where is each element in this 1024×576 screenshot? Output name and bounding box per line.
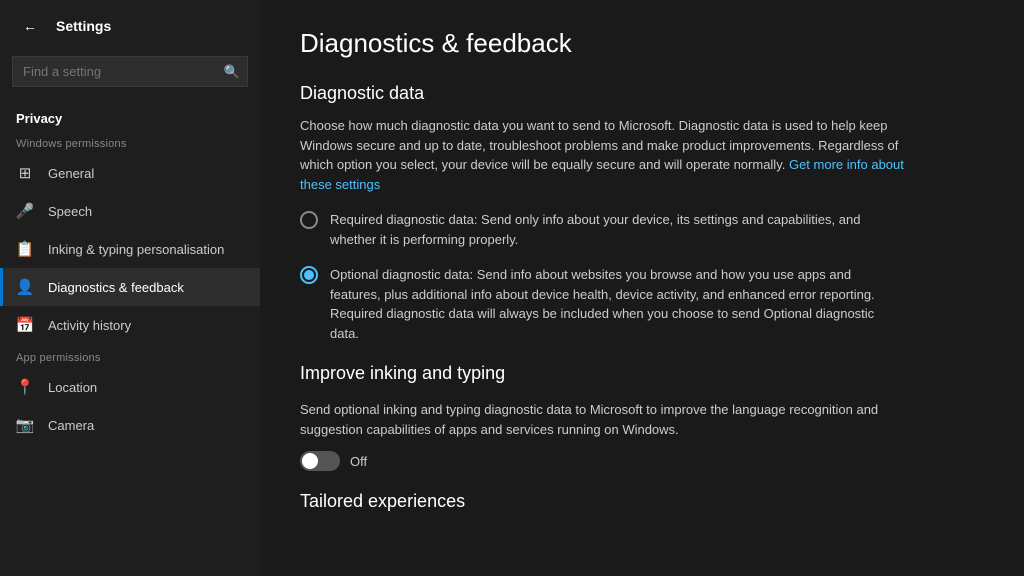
- sidebar-header: ← Settings: [0, 0, 260, 52]
- sidebar-item-activity[interactable]: 📅 Activity history: [0, 306, 260, 344]
- search-box: 🔍: [12, 56, 248, 87]
- diagnostics-icon: 👤: [16, 278, 34, 296]
- sidebar-item-inking[interactable]: 📋 Inking & typing personalisation: [0, 230, 260, 268]
- sidebar-item-location[interactable]: 📍 Location: [0, 368, 260, 406]
- sidebar-title: Settings: [56, 18, 111, 34]
- privacy-label: Privacy: [0, 99, 260, 130]
- diagnostic-options: Required diagnostic data: Send only info…: [300, 210, 984, 343]
- toggle-knob: [302, 453, 318, 469]
- main-content: Diagnostics & feedback Diagnostic data C…: [260, 0, 1024, 576]
- optional-option[interactable]: Optional diagnostic data: Send info abou…: [300, 265, 984, 343]
- optional-option-label: Optional diagnostic data: Send info abou…: [330, 265, 890, 343]
- diagnostic-data-title: Diagnostic data: [300, 83, 984, 104]
- sidebar-item-label: Activity history: [48, 318, 131, 333]
- page-title: Diagnostics & feedback: [300, 28, 984, 59]
- inking-toggle-label: Off: [350, 454, 367, 469]
- sidebar-item-label: Diagnostics & feedback: [48, 280, 184, 295]
- required-option[interactable]: Required diagnostic data: Send only info…: [300, 210, 984, 249]
- sidebar-item-label: General: [48, 166, 94, 181]
- tailored-experiences-title: Tailored experiences: [300, 491, 984, 512]
- inking-toggle[interactable]: [300, 451, 340, 471]
- speech-icon: 🎤: [16, 202, 34, 220]
- improve-inking-title: Improve inking and typing: [300, 363, 984, 384]
- sidebar-item-label: Location: [48, 380, 97, 395]
- search-icon: 🔍: [224, 64, 240, 80]
- sidebar-item-label: Camera: [48, 418, 94, 433]
- diagnostic-data-description: Choose how much diagnostic data you want…: [300, 116, 920, 194]
- sidebar-item-camera[interactable]: 📷 Camera: [0, 406, 260, 444]
- back-button[interactable]: ←: [16, 12, 44, 40]
- search-input[interactable]: [12, 56, 248, 87]
- app-permissions-label: App permissions: [0, 344, 260, 368]
- back-icon: ←: [23, 18, 37, 34]
- required-option-label: Required diagnostic data: Send only info…: [330, 210, 890, 249]
- sidebar-item-speech[interactable]: 🎤 Speech: [0, 192, 260, 230]
- radio-fill: [304, 270, 314, 280]
- sidebar-item-general[interactable]: ⊞ General: [0, 154, 260, 192]
- sidebar: ← Settings 🔍 Privacy Windows permissions…: [0, 0, 260, 576]
- inking-icon: 📋: [16, 240, 34, 258]
- general-icon: ⊞: [16, 164, 34, 182]
- inking-toggle-row: Off: [300, 451, 984, 471]
- required-radio[interactable]: [300, 211, 318, 229]
- location-icon: 📍: [16, 378, 34, 396]
- sidebar-item-label: Inking & typing personalisation: [48, 242, 224, 257]
- optional-radio[interactable]: [300, 266, 318, 284]
- windows-permissions-label: Windows permissions: [0, 130, 260, 154]
- sidebar-item-diagnostics[interactable]: 👤 Diagnostics & feedback: [0, 268, 260, 306]
- activity-icon: 📅: [16, 316, 34, 334]
- sidebar-item-label: Speech: [48, 204, 92, 219]
- improve-inking-description: Send optional inking and typing diagnost…: [300, 400, 920, 439]
- camera-icon: 📷: [16, 416, 34, 434]
